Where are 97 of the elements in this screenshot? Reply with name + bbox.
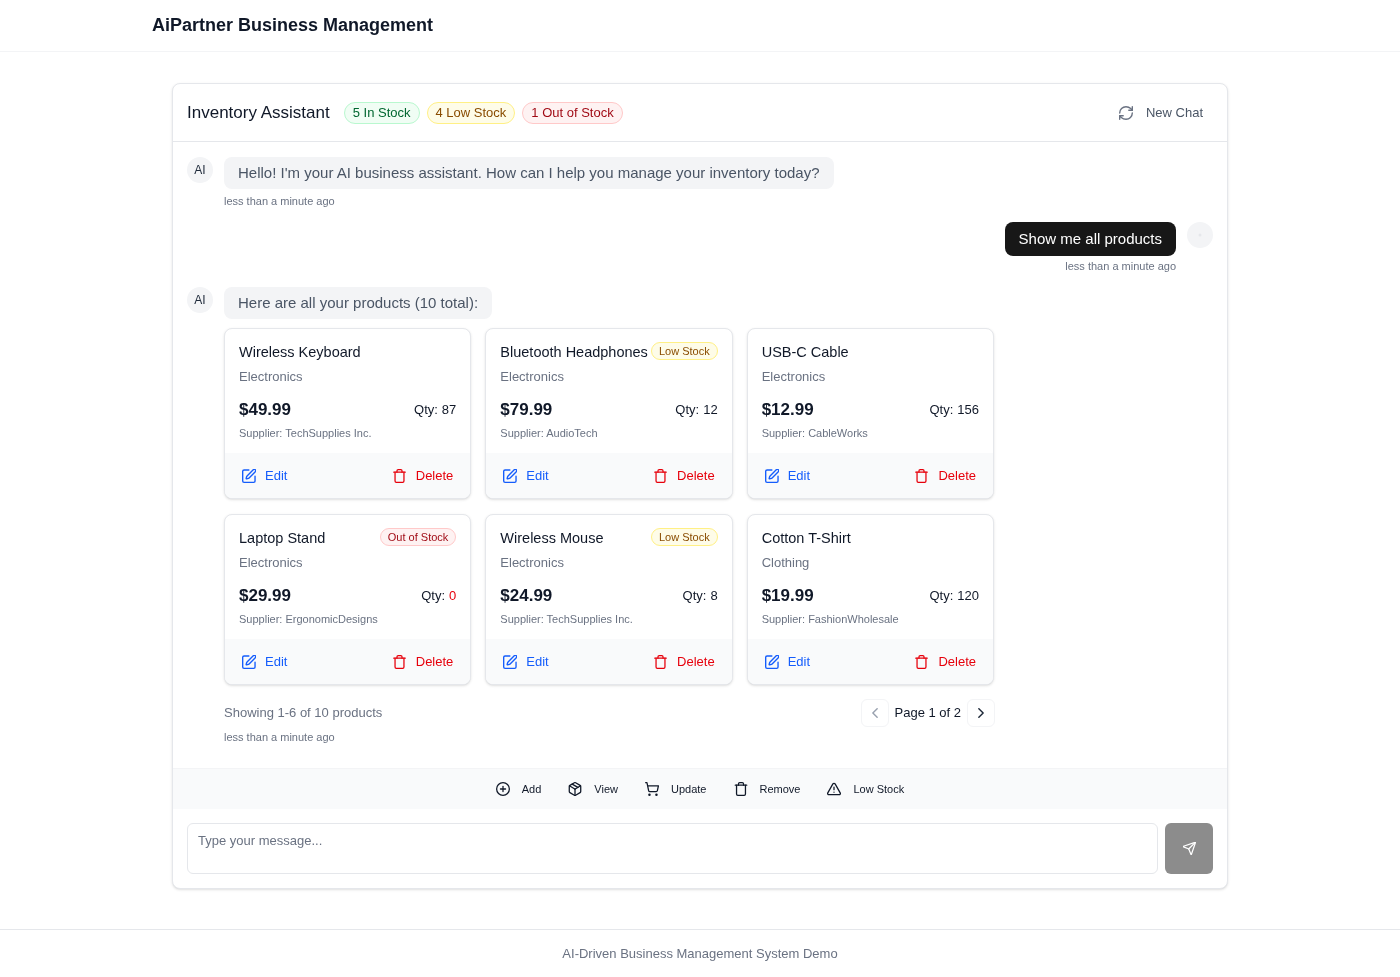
product-category: Electronics	[239, 555, 304, 571]
refresh-icon	[1118, 105, 1133, 120]
edit-icon	[503, 654, 518, 669]
product-name: Laptop Stand	[239, 529, 326, 548]
quantity-value: 87	[441, 401, 457, 420]
delete-button[interactable]: Delete	[915, 651, 976, 672]
delete-button[interactable]: Delete	[654, 465, 715, 486]
quantity-value: 120	[957, 587, 979, 606]
supplier-text: Supplier: TechSupplies Inc.	[239, 426, 373, 440]
trash-icon	[654, 468, 668, 483]
assistant-message: Hello! I'm your AI business assistant. How can I help you manage your inventory today?	[224, 157, 834, 189]
delete-button[interactable]: Delete	[392, 651, 454, 672]
message-time: less than a minute ago	[224, 731, 335, 743]
product-name: Bluetooth Headphones	[500, 343, 648, 362]
delete-button[interactable]: Delete	[915, 465, 976, 486]
supplier-text: Supplier: CableWorks	[761, 426, 869, 440]
product-name: Wireless Keyboard	[239, 343, 361, 362]
results-summary: Showing 1-6 of 10 products	[224, 704, 383, 723]
quantity-label: Qty:	[414, 401, 438, 420]
stock-count-badge: 5 In Stock	[343, 101, 420, 124]
quantity-value: 8	[710, 587, 718, 606]
quantity-value: 156	[957, 401, 979, 420]
edit-icon	[242, 468, 256, 483]
product-category: Electronics	[761, 369, 827, 385]
low-stock-badge: Low Stock	[650, 342, 718, 360]
chevron-right-icon	[978, 708, 984, 718]
send-icon	[1182, 842, 1196, 855]
product-price: $24.99	[500, 585, 553, 607]
edit-icon	[764, 654, 779, 669]
out-of-stock-badge: Out of Stock	[379, 528, 457, 546]
quantity-label: Qty:	[929, 401, 954, 420]
stock-count-badge: 4 Low Stock	[426, 101, 516, 124]
trash-icon	[915, 654, 929, 669]
warning-icon	[827, 782, 842, 796]
user-message: Show me all products	[1004, 222, 1176, 256]
edit-button[interactable]: Edit	[764, 465, 811, 486]
quick-action-button[interactable]: Low Stock	[827, 780, 905, 798]
assistant-avatar: AI	[187, 157, 213, 183]
product-name: USB-C Cable	[761, 343, 849, 362]
quantity-value: 12	[703, 401, 718, 420]
product-name: Wireless Mouse	[500, 529, 604, 548]
edit-icon	[503, 468, 518, 483]
plus-circle-icon	[495, 782, 510, 796]
delete-button[interactable]: Delete	[392, 465, 454, 486]
supplier-text: Supplier: TechSupplies Inc.	[500, 612, 634, 626]
message-input[interactable]: Type your message...	[187, 823, 1158, 874]
product-category: Electronics	[239, 369, 304, 385]
supplier-text: Supplier: ErgonomicDesigns	[239, 612, 379, 626]
edit-button[interactable]: Edit	[242, 651, 288, 672]
product-category: Electronics	[500, 555, 565, 571]
quantity-label: Qty:	[421, 587, 446, 606]
quantity-label: Qty:	[675, 401, 700, 420]
product-category: Electronics	[500, 369, 565, 385]
product-price: $29.99	[239, 585, 291, 607]
page-indicator: Page 1 of 2	[894, 704, 961, 723]
panel-title: Inventory Assistant	[187, 101, 330, 124]
message-time: less than a minute ago	[1065, 260, 1176, 272]
product-price: $12.99	[761, 399, 814, 421]
app-title: AiPartner Business Management	[152, 14, 434, 37]
chevron-left-icon	[871, 708, 878, 718]
quantity-label: Qty:	[929, 587, 954, 606]
footer-text: AI-Driven Business Management System Demo	[562, 944, 838, 963]
edit-button[interactable]: Edit	[764, 651, 811, 672]
trash-icon	[392, 654, 406, 669]
edit-icon	[764, 468, 779, 483]
new-chat-button[interactable]: New Chat	[1118, 102, 1203, 123]
cart-icon	[645, 782, 659, 796]
message-time: less than a minute ago	[224, 195, 335, 207]
delete-button[interactable]: Delete	[654, 651, 715, 672]
product-price: $19.99	[761, 585, 814, 607]
quantity-label: Qty:	[682, 587, 707, 606]
quick-action-button[interactable]: Update	[645, 780, 707, 798]
user-avatar-icon	[1187, 222, 1213, 248]
quantity-value: 0	[449, 587, 457, 606]
product-name: Cotton T-Shirt	[761, 529, 851, 548]
low-stock-badge: Low Stock	[650, 528, 718, 546]
next-page-button[interactable]	[967, 699, 995, 727]
edit-button[interactable]: Edit	[503, 651, 549, 672]
supplier-text: Supplier: FashionWholesale	[761, 612, 900, 626]
edit-button[interactable]: Edit	[503, 465, 549, 486]
trash-icon	[654, 654, 668, 669]
assistant-avatar: AI	[187, 287, 213, 313]
assistant-message: Here are all your products (10 total):	[224, 287, 493, 319]
quick-action-button[interactable]: Remove	[733, 780, 801, 798]
product-price: $49.99	[239, 399, 291, 421]
supplier-text: Supplier: AudioTech	[500, 426, 599, 440]
trash-icon	[392, 468, 406, 483]
stock-count-badge: 1 Out of Stock	[522, 101, 623, 124]
product-price: $79.99	[500, 399, 553, 421]
trash-icon	[915, 468, 929, 483]
cube-icon	[568, 782, 583, 796]
quick-action-button[interactable]: Add	[495, 780, 542, 798]
product-category: Clothing	[761, 555, 811, 571]
trash-icon	[733, 782, 748, 796]
edit-button[interactable]: Edit	[242, 465, 288, 486]
quick-action-button[interactable]: View	[568, 780, 618, 798]
edit-icon	[242, 654, 256, 669]
